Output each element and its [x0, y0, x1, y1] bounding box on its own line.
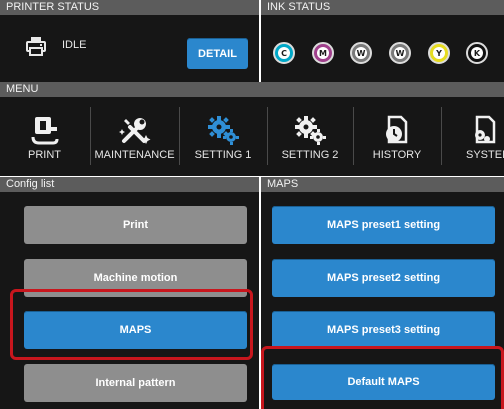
- ink-label: W: [394, 47, 406, 59]
- maps-header: MAPS: [261, 177, 504, 192]
- detail-button[interactable]: DETAIL: [187, 38, 248, 69]
- ink-yellow-icon: Y: [428, 42, 450, 64]
- ink-label: C: [278, 47, 290, 59]
- config-item-print[interactable]: Print: [24, 206, 247, 244]
- ink-label: W: [355, 47, 367, 59]
- gears-icon: [293, 115, 327, 150]
- ink-status-header: INK STATUS: [261, 0, 504, 15]
- menu-item-maintenance[interactable]: MAINTENANCE: [91, 97, 178, 176]
- maps-preset3-button[interactable]: MAPS preset3 setting: [272, 311, 495, 349]
- menu-header: MENU: [0, 82, 504, 97]
- ink-label: K: [471, 47, 483, 59]
- menu-item-setting-1[interactable]: SETTING 1: [180, 97, 266, 176]
- printer-status-panel: IDLE DETAIL: [0, 15, 259, 82]
- ink-magenta-icon: M: [312, 42, 334, 64]
- menu-bar: PRINT MAINTENANCE SETTING 1 SETTING 2 HI…: [0, 97, 504, 176]
- menu-item-label: MAINTENANCE: [94, 149, 175, 161]
- ink-cyan-icon: C: [273, 42, 295, 64]
- ink-label: M: [317, 47, 329, 59]
- menu-item-label: SYSTEM: [466, 149, 504, 161]
- menu-item-history[interactable]: HISTORY: [354, 97, 440, 176]
- ink-white-icon: W: [389, 42, 411, 64]
- config-item-internal-pattern[interactable]: Internal pattern: [24, 364, 247, 402]
- menu-item-system[interactable]: SYSTEM: [442, 97, 504, 176]
- printer-status-header: PRINTER STATUS: [0, 0, 259, 15]
- history-icon: [382, 115, 412, 150]
- menu-item-label: SETTING 2: [281, 149, 339, 161]
- maps-preset1-button[interactable]: MAPS preset1 setting: [272, 206, 495, 244]
- menu-item-label: PRINT: [28, 149, 61, 161]
- menu-item-label: SETTING 1: [194, 149, 252, 161]
- highlight-frame: [261, 346, 504, 409]
- gears-icon: [206, 115, 240, 150]
- config-list-header: Config list: [0, 177, 259, 192]
- highlight-frame: [10, 289, 253, 360]
- printer-icon: [26, 36, 46, 61]
- print-icon: [29, 115, 61, 150]
- tools-icon: [118, 115, 152, 150]
- printer-state-text: IDLE: [62, 39, 87, 51]
- menu-item-label: HISTORY: [372, 149, 422, 161]
- menu-item-print[interactable]: PRINT: [0, 97, 89, 176]
- system-icon: [472, 115, 502, 150]
- ink-status-panel: C M W W Y K: [261, 15, 504, 82]
- maps-preset2-button[interactable]: MAPS preset2 setting: [272, 259, 495, 297]
- menu-item-setting-2[interactable]: SETTING 2: [268, 97, 352, 176]
- ink-white-icon: W: [350, 42, 372, 64]
- ink-label: Y: [433, 47, 445, 59]
- ink-black-icon: K: [466, 42, 488, 64]
